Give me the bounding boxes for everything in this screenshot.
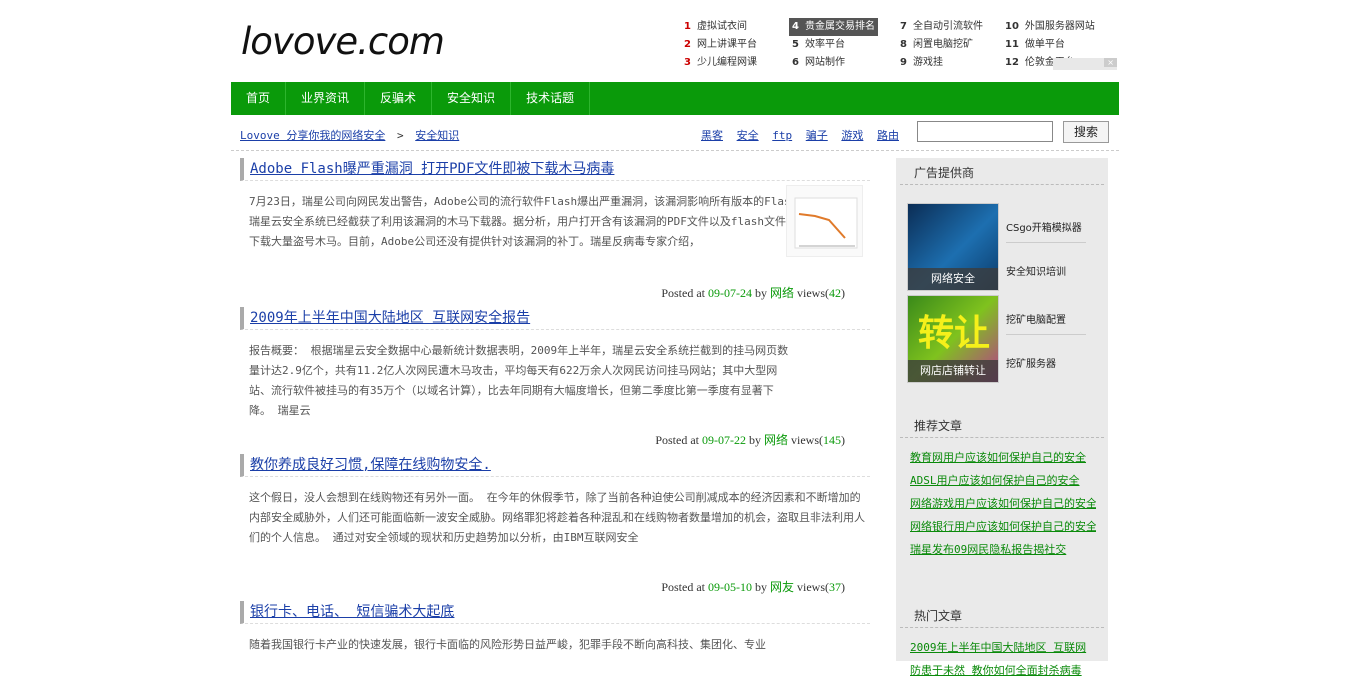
list-item: 网络游戏用户应该如何保护自己的安全 [910,492,1096,515]
top-link[interactable]: 3 少儿编程网课 [684,54,804,72]
hot-link[interactable]: 防患于未然 教你如何全面封杀病毒 [910,664,1082,677]
breadcrumb-current[interactable]: 安全知识 [415,129,459,142]
top-link[interactable]: 5 效率平台 [792,36,912,54]
top-links-col-3: 7 全自动引流软件 8 闲置电脑挖矿 9 游戏挂 [900,18,1020,72]
main-nav: 首页 业界资讯 反骗术 安全知识 技术话题 [231,82,1119,115]
ad-close-icon[interactable]: × [1053,58,1117,70]
article-date: 09-05-10 [707,580,752,594]
top-link[interactable]: 10 外国服务器网站 [1005,18,1125,36]
search-input[interactable] [917,121,1053,142]
hot-link[interactable]: 2009年上半年中国大陆地区 互联网 [910,641,1086,654]
recommend-link[interactable]: 网络银行用户应该如何保护自己的安全 [910,520,1096,533]
top-link[interactable]: 11 做单平台 [1005,36,1125,54]
top-link[interactable]: 8 闲置电脑挖矿 [900,36,1020,54]
tag-link[interactable]: 游戏 [841,129,863,142]
top-link[interactable]: 7 全自动引流软件 [900,18,1020,36]
article-author[interactable]: 网络 [770,286,794,300]
ad-link[interactable]: 挖矿服务器 [1006,355,1086,378]
article-title-link[interactable]: 2009年上半年中国大陆地区 互联网安全报告 [250,310,530,326]
article-title-link[interactable]: Adobe Flash曝严重漏洞 打开PDF文件即被下载木马病毒 [250,161,614,177]
article-summary: 随着我国银行卡产业的快速发展，银行卡面临的风险形势日益严峻，犯罪手段不断向高科技… [249,638,766,651]
nav-item-security[interactable]: 安全知识 [432,82,512,115]
article: 银行卡、电话、 短信骗术大起底 随着我国银行卡产业的快速发展，银行卡面临的风险形… [240,601,870,657]
list-item: 教育网用户应该如何保护自己的安全 [910,446,1096,469]
sidebar: 广告提供商 网络安全 CSgo开箱模拟器 安全知识培训 转让 网店店铺转让 挖矿… [896,158,1108,677]
top-link[interactable]: 6 网站制作 [792,54,912,72]
top-link[interactable]: 1 虚拟试衣间 [684,18,804,36]
sidebar-ads: 网络安全 CSgo开箱模拟器 安全知识培训 转让 网店店铺转让 挖矿电脑配置 挖… [896,185,1108,383]
article-summary: 7月23日，瑞星公司向网民发出警告，Adobe公司的流行软件Flash爆出严重漏… [249,195,863,248]
sidebar-ads-title: 广告提供商 [900,158,1104,185]
recommend-link[interactable]: ADSL用户应该如何保护自己的安全 [910,474,1080,487]
article-title: 教你养成良好习惯,保障在线购物安全. [240,454,870,477]
nav-item-tech[interactable]: 技术话题 [511,82,591,115]
nav-item-anti-fraud[interactable]: 反骗术 [365,82,433,115]
report-chart-thumbnail [786,185,863,257]
article-title-link[interactable]: 教你养成良好习惯,保障在线购物安全. [250,457,491,473]
top-link[interactable]: 2 网上讲课平台 [684,36,804,54]
recommend-link[interactable]: 网络游戏用户应该如何保护自己的安全 [910,497,1096,510]
site-logo[interactable]: lovove.com [241,20,445,63]
search-button[interactable]: 搜索 [1063,121,1109,143]
article-title-link[interactable]: 银行卡、电话、 短信骗术大起底 [250,604,454,620]
article-summary: 这个假日，没人会想到在线购物还有另外一面。 在今年的休假季节，除了当前各种迫使公… [249,491,865,544]
article-meta: Posted at 09-05-10 by 网友 views(37) [661,580,845,594]
article: 教你养成良好习惯,保障在线购物安全. 这个假日，没人会想到在线购物还有另外一面。… [240,454,870,598]
list-item: ADSL用户应该如何保护自己的安全 [910,469,1096,492]
article-list: Adobe Flash曝严重漏洞 打开PDF文件即被下载木马病毒 7月23日，瑞… [240,158,870,657]
article-views: 42 [829,286,841,300]
top-link[interactable]: 4 贵金属交易排名 [789,18,878,36]
tag-link[interactable]: 黑客 [701,129,723,142]
ad-image-security[interactable]: 网络安全 [907,203,999,291]
tag-link[interactable]: 路由 [877,129,899,142]
tag-link[interactable]: 骗子 [806,129,828,142]
breadcrumb: Lovove 分享你我的网络安全 > 安全知识 [240,127,459,143]
article-summary: 报告概要： 根据瑞星云安全数据中心最新统计数据表明，2009年上半年，瑞星云安全… [249,344,789,417]
top-links-col-1: 1 虚拟试衣间 2 网上讲课平台 3 少儿编程网课 [684,18,804,72]
ad-image-shop-transfer[interactable]: 转让 网店店铺转让 [907,295,999,383]
article: Adobe Flash曝严重漏洞 打开PDF文件即被下载木马病毒 7月23日，瑞… [240,158,870,304]
nav-item-home[interactable]: 首页 [231,82,287,115]
article-author[interactable]: 网友 [770,580,794,594]
recommend-link[interactable]: 教育网用户应该如何保护自己的安全 [910,451,1086,464]
article-title: 2009年上半年中国大陆地区 互联网安全报告 [240,307,870,330]
page: lovove.com 1 虚拟试衣间 2 网上讲课平台 3 少儿编程网课 4 贵金属交易… [231,0,1119,677]
nav-item-news[interactable]: 业界资讯 [286,82,366,115]
tag-link[interactable]: ftp [772,129,792,142]
sidebar-hot-title: 热门文章 [900,601,1104,628]
article-date: 09-07-24 [707,286,752,300]
list-item: 防患于未然 教你如何全面封杀病毒 [910,659,1096,682]
ad-link[interactable]: CSgo开箱模拟器 [1006,219,1086,243]
sidebar-recommend-title: 推荐文章 [900,411,1104,438]
breadcrumb-sep: > [396,129,404,142]
top-links-col-2: 4 贵金属交易排名 5 效率平台 6 网站制作 [789,18,912,72]
article-author[interactable]: 网络 [764,433,788,447]
hot-list: 2009年上半年中国大陆地区 互联网 防患于未然 教你如何全面封杀病毒 [896,628,1108,682]
ad-link[interactable]: 安全知识培训 [1006,263,1086,286]
ad-image-text-icon: 转让 [918,313,991,354]
tag-link[interactable]: 安全 [737,129,759,142]
tag-links: 黑客 安全 ftp 骗子 游戏 路由 [701,127,906,143]
recommend-link[interactable]: 瑞星发布09网民隐私报告揭社交 [910,543,1066,556]
article-views: 145 [823,433,841,447]
list-item: 2009年上半年中国大陆地区 互联网 [910,636,1096,659]
ad-link[interactable]: 挖矿电脑配置 [1006,311,1086,335]
breadcrumb-home[interactable]: Lovove 分享你我的网络安全 [240,129,385,142]
list-item: 瑞星发布09网民隐私报告揭社交 [910,538,1096,561]
article-views: 37 [829,580,841,594]
list-item: 网络银行用户应该如何保护自己的安全 [910,515,1096,538]
article-title: 银行卡、电话、 短信骗术大起底 [240,601,870,624]
top-link[interactable]: 9 游戏挂 [900,54,1020,72]
article-date: 09-07-22 [701,433,746,447]
article-meta: Posted at 09-07-24 by 网络 views(42) [661,286,845,300]
recommend-list: 教育网用户应该如何保护自己的安全 ADSL用户应该如何保护自己的安全 网络游戏用… [896,438,1108,561]
article: 2009年上半年中国大陆地区 互联网安全报告 报告概要： 根据瑞星云安全数据中心… [240,307,870,451]
article-meta: Posted at 09-07-22 by 网络 views(145) [655,433,845,447]
article-title: Adobe Flash曝严重漏洞 打开PDF文件即被下载木马病毒 [240,158,870,181]
